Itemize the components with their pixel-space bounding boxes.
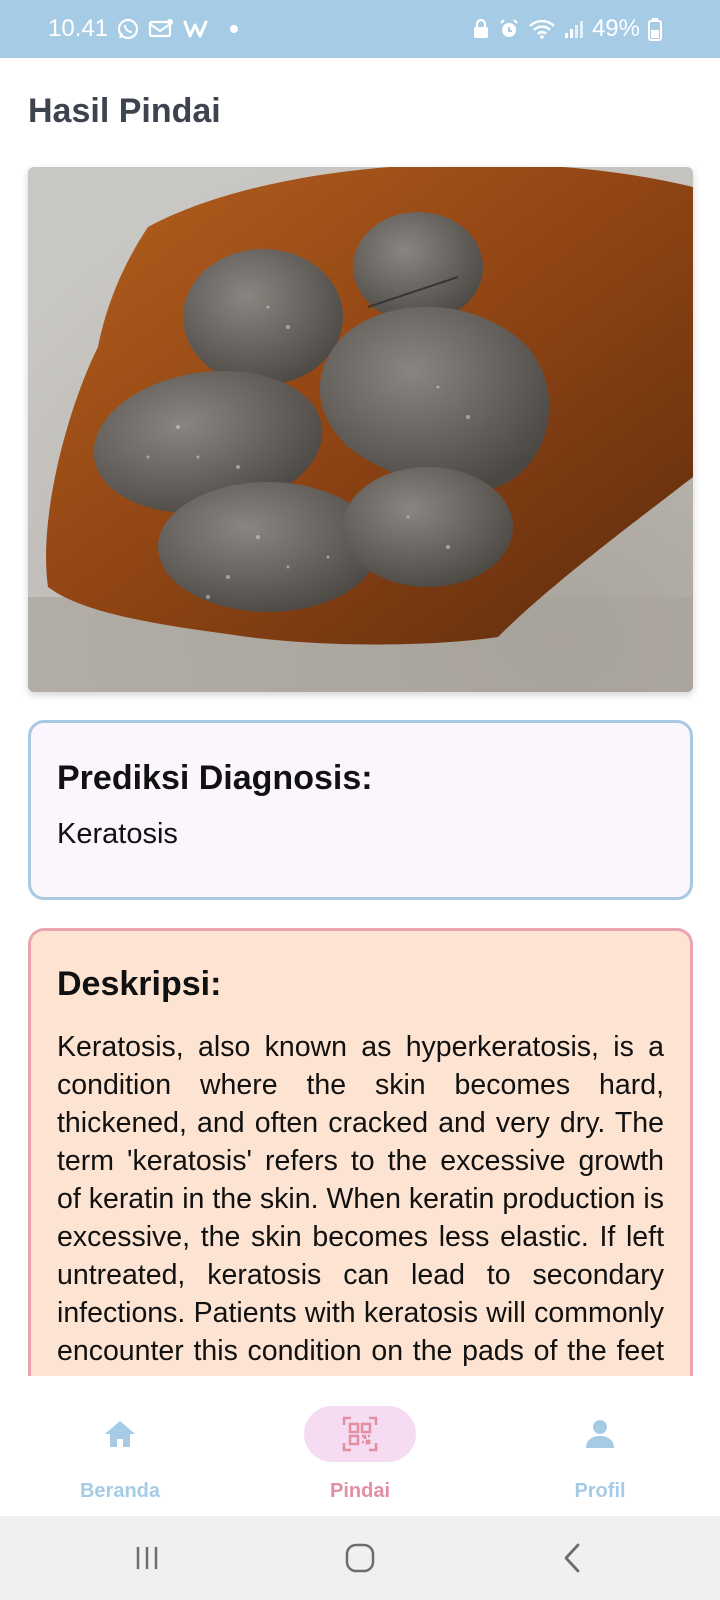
battery-percentage: 49% <box>591 15 640 42</box>
page-title: Hasil Pindai <box>28 92 221 130</box>
recent-apps-button[interactable] <box>107 1528 187 1588</box>
status-bar: 10.41 49% <box>0 0 720 58</box>
diagnosis-value: Keratosis <box>57 818 178 850</box>
diagnosis-heading: Prediksi Diagnosis: <box>57 759 373 797</box>
message-icon <box>148 18 174 40</box>
qr-scan-icon <box>304 1406 416 1462</box>
lock-icon <box>472 18 490 40</box>
diagnosis-card: Prediksi Diagnosis: Keratosis <box>28 720 693 900</box>
scan-result-image <box>28 167 693 692</box>
home-icon <box>64 1406 176 1462</box>
person-icon <box>544 1406 656 1462</box>
system-navigation <box>0 1516 720 1600</box>
battery-icon <box>648 17 662 41</box>
wifi-icon <box>528 18 556 40</box>
description-heading: Deskripsi: <box>57 965 222 1003</box>
nav-item-beranda[interactable]: Beranda <box>0 1376 240 1516</box>
status-right: 49% <box>472 15 662 43</box>
bottom-navigation: Beranda Pindai Profil <box>0 1376 720 1516</box>
notification-dot <box>230 25 239 33</box>
w-app-icon <box>182 18 210 40</box>
status-time: 10.41 <box>48 15 109 42</box>
nav-label-beranda: Beranda <box>79 1480 161 1502</box>
status-left: 10.41 <box>48 15 239 43</box>
nav-label-profil: Profil <box>574 1480 626 1502</box>
description-card[interactable]: Deskripsi: Keratosis, also known as hype… <box>28 928 693 1398</box>
signal-icon <box>564 18 584 40</box>
home-button[interactable] <box>320 1528 400 1588</box>
whatsapp-icon <box>116 17 140 41</box>
nav-label-pindai: Pindai <box>329 1480 390 1502</box>
back-button[interactable] <box>533 1528 613 1588</box>
nav-item-profil[interactable]: Profil <box>480 1376 720 1516</box>
description-text: Keratosis, also known as hyperkeratosis,… <box>57 1031 664 1398</box>
alarm-icon <box>498 18 520 40</box>
nav-item-pindai[interactable]: Pindai <box>240 1376 480 1516</box>
